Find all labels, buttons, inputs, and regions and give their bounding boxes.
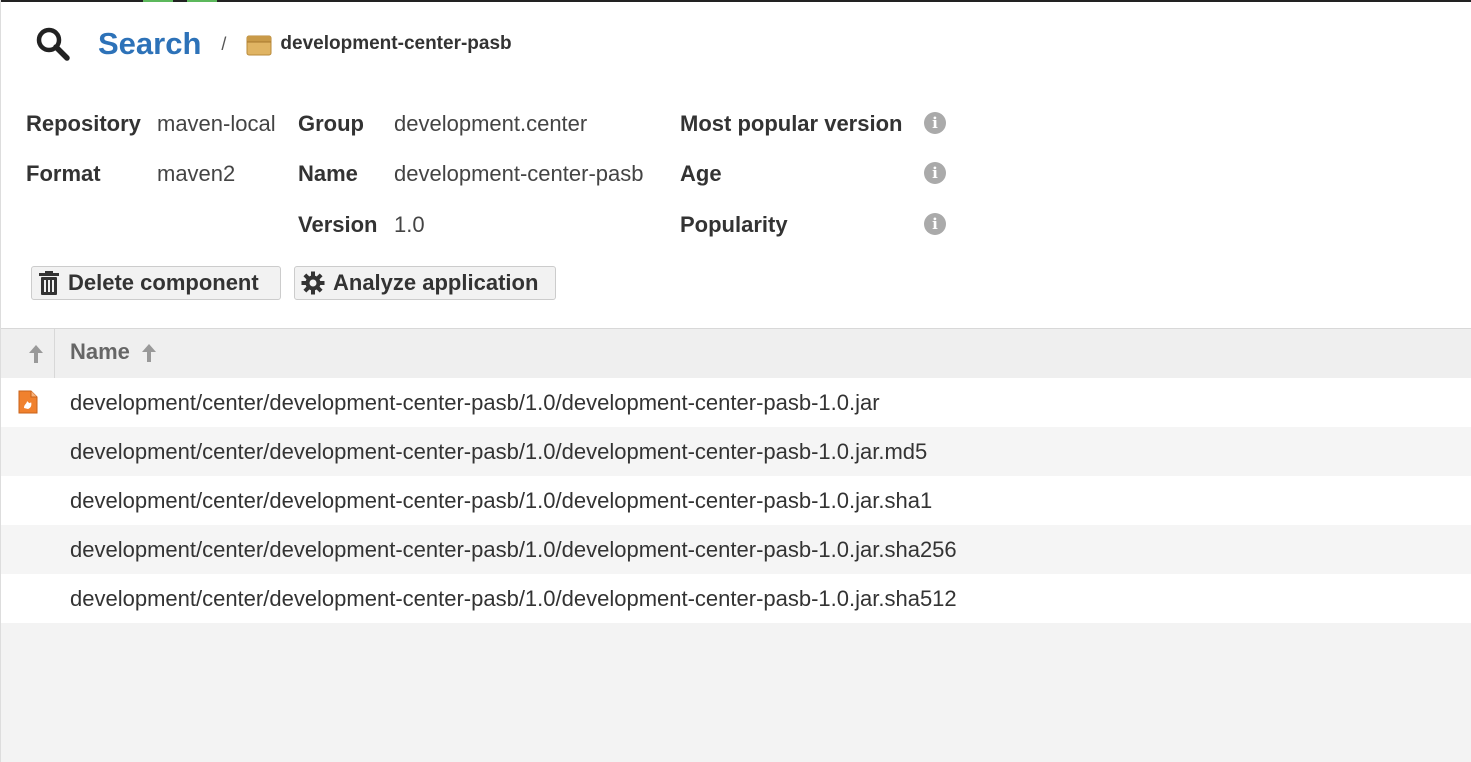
repository-label: Repository: [26, 111, 141, 136]
version-value: 1.0: [394, 212, 425, 237]
format-label: Format: [26, 161, 101, 186]
name-label: Name: [298, 161, 358, 186]
sort-column-header[interactable]: [1, 329, 55, 378]
name-value: development-center-pasb: [394, 161, 644, 186]
file-name[interactable]: development/center/development-center-pa…: [70, 427, 927, 476]
table-row[interactable]: development/center/development-center-pa…: [1, 525, 1471, 574]
search-icon[interactable]: [35, 26, 71, 62]
breadcrumb-search-link[interactable]: Search: [98, 26, 201, 62]
info-icon[interactable]: i: [924, 162, 946, 184]
trash-icon: [39, 271, 59, 295]
file-name[interactable]: development/center/development-center-pa…: [70, 525, 957, 574]
file-name[interactable]: development/center/development-center-pa…: [70, 476, 932, 525]
age-label: Age: [680, 161, 722, 186]
delete-component-button[interactable]: Delete component: [31, 266, 281, 300]
breadcrumb: Search / development-center-pasb: [35, 22, 512, 66]
assets-table: Name development/center/development-cent…: [1, 328, 1471, 623]
info-icon[interactable]: i: [924, 213, 946, 235]
table-header: Name: [1, 328, 1471, 378]
analyze-application-label: Analyze application: [333, 270, 539, 295]
breadcrumb-current: development-center-pasb: [280, 33, 512, 54]
gear-icon: [301, 271, 325, 295]
popularity-label: Popularity: [680, 212, 788, 237]
name-column-label: Name: [70, 339, 130, 364]
jar-file-icon: [18, 390, 38, 414]
file-name[interactable]: development/center/development-center-pa…: [70, 574, 957, 623]
analyze-application-button[interactable]: Analyze application: [294, 266, 556, 300]
delete-component-label: Delete component: [68, 270, 259, 295]
group-label: Group: [298, 111, 364, 136]
version-label: Version: [298, 212, 378, 237]
repository-value: maven-local: [157, 111, 276, 136]
name-column-header[interactable]: Name: [70, 339, 156, 365]
file-name[interactable]: development/center/development-center-pa…: [70, 378, 880, 427]
table-row[interactable]: development/center/development-center-pa…: [1, 476, 1471, 525]
arrow-up-icon: [29, 345, 43, 363]
package-icon: [246, 35, 272, 56]
breadcrumb-separator: /: [221, 33, 227, 54]
most-popular-version-label: Most popular version: [680, 111, 903, 136]
info-icon[interactable]: i: [924, 112, 946, 134]
group-value: development.center: [394, 111, 588, 136]
format-value: maven2: [157, 161, 236, 186]
table-row[interactable]: development/center/development-center-pa…: [1, 427, 1471, 476]
table-row[interactable]: development/center/development-center-pa…: [1, 378, 1471, 427]
table-row[interactable]: development/center/development-center-pa…: [1, 574, 1471, 623]
arrow-up-icon: [142, 344, 156, 362]
